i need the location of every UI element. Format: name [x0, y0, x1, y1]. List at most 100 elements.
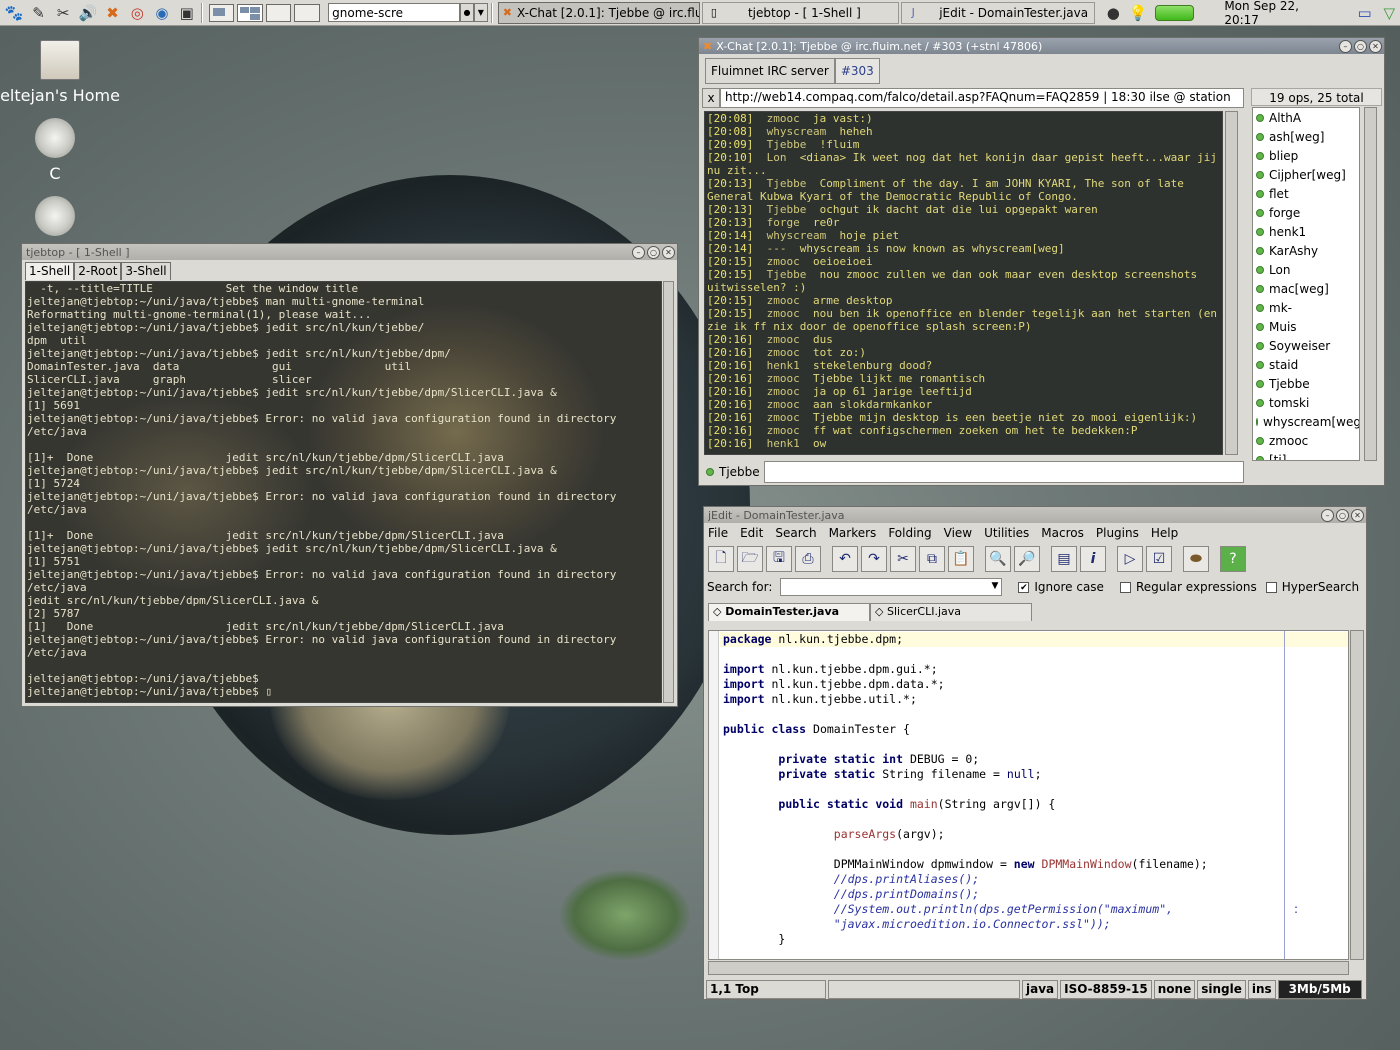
help-icon[interactable]: ? [1220, 546, 1246, 572]
wrench-icon[interactable]: ✂ [52, 2, 74, 24]
terminal-output[interactable]: -t, --title=TITLE Set the window title je… [25, 281, 662, 703]
user-list-item[interactable]: ash[weg] [1253, 127, 1359, 146]
user-list-item[interactable]: AlthA [1253, 108, 1359, 127]
menu-edit[interactable]: Edit [740, 526, 763, 540]
menu-icon[interactable]: ▽ [1378, 2, 1400, 24]
checklist-icon[interactable]: ☑ [1146, 546, 1172, 572]
close-icon[interactable]: ✕ [1351, 508, 1364, 522]
stone-icon[interactable]: ● [1103, 2, 1125, 24]
xchat-titlebar[interactable]: ✖ X-Chat [2.0.1]: Tjebbe @ irc.fluim.net… [699, 38, 1384, 54]
regex-checkbox[interactable] [1119, 581, 1131, 593]
editor-horizontal-scrollbar[interactable] [708, 961, 1349, 975]
tab-1-shell[interactable]: 1-Shell [25, 262, 75, 280]
user-list-item[interactable]: zmooc [1253, 431, 1359, 450]
message-nick[interactable]: Tjebbe [767, 138, 807, 151]
open-folder-icon[interactable]: 🗁 [737, 546, 763, 572]
task-terminal[interactable]: ▯ tjebtop - [ 1-Shell ] [701, 1, 900, 24]
redo-icon[interactable]: ↷ [861, 546, 887, 572]
terminal-scrollbar[interactable] [663, 281, 674, 703]
find-next-icon[interactable]: 🔎 [1014, 546, 1040, 572]
workspace-4[interactable] [294, 3, 321, 22]
search-input[interactable] [780, 578, 1003, 596]
hypersearch-checkbox[interactable] [1265, 581, 1277, 593]
message-nick[interactable]: zmooc [767, 411, 800, 424]
tab-server[interactable]: Fluimnet IRC server [705, 58, 835, 84]
volume-icon[interactable]: 🔊 [77, 2, 99, 24]
message-nick[interactable]: Tjebbe [767, 177, 807, 190]
message-nick[interactable]: zmooc [767, 398, 800, 411]
desktop-icon-home[interactable]: eltejan's Home [0, 40, 120, 105]
info-icon[interactable]: i [1080, 546, 1106, 572]
code-editor[interactable]: package nl.kun.tjebbe.dpm; import nl.kun… [708, 630, 1349, 960]
message-nick[interactable]: henk1 [767, 359, 800, 372]
message-nick[interactable]: zmooc [767, 346, 800, 359]
message-nick[interactable]: zmooc [767, 424, 800, 437]
user-list-item[interactable]: whyscream[weg] [1253, 412, 1359, 431]
chat-log[interactable]: [20:08] zmooc ja vast:) [20:08] whyscream… [704, 111, 1223, 455]
copy-icon[interactable]: ⧉ [919, 546, 945, 572]
workspace-2[interactable] [237, 3, 263, 22]
terminal-titlebar[interactable]: tjebtop - [ 1-Shell ] – ○ ✕ [22, 244, 677, 260]
message-nick[interactable]: zmooc [767, 333, 800, 346]
message-nick[interactable]: whyscream [767, 125, 827, 138]
minimize-icon[interactable]: – [1339, 39, 1352, 53]
chat-input[interactable] [763, 461, 1244, 483]
edit-mode[interactable]: java [1022, 980, 1059, 999]
user-list-item[interactable]: flet [1253, 184, 1359, 203]
menu-folding[interactable]: Folding [888, 526, 931, 540]
command-history-button[interactable]: ● [460, 3, 474, 22]
user-list-scrollbar[interactable] [1364, 107, 1377, 461]
lightbulb-icon[interactable]: 💡 [1127, 2, 1149, 24]
topic-field[interactable]: http://web14.compaq.com/falco/detail.asp… [720, 88, 1244, 108]
message-nick[interactable]: zmooc [767, 307, 800, 320]
print-icon[interactable]: ⎙ [795, 546, 821, 572]
menu-file[interactable]: File [708, 526, 728, 540]
user-list-item[interactable]: tomski [1253, 393, 1359, 412]
message-nick[interactable]: zmooc [767, 385, 800, 398]
new-file-icon[interactable]: 🗋 [708, 546, 734, 572]
find-icon[interactable]: 🔍 [985, 546, 1011, 572]
message-nick[interactable]: Tjebbe [767, 268, 807, 281]
menu-view[interactable]: View [944, 526, 972, 540]
topic-close-button[interactable]: x [702, 88, 720, 108]
user-list-item[interactable]: Cijpher[weg] [1253, 165, 1359, 184]
tab-channel[interactable]: #303 [834, 58, 880, 84]
ignore-case-checkbox[interactable]: ✔ [1018, 581, 1030, 593]
paste-icon[interactable]: 📋 [948, 546, 974, 572]
menu-help[interactable]: Help [1151, 526, 1178, 540]
insert-mode[interactable]: ins [1247, 980, 1276, 999]
user-list-item[interactable]: staid [1253, 355, 1359, 374]
maximize-icon[interactable]: ○ [1336, 508, 1349, 522]
save-icon[interactable]: 🖫 [766, 546, 792, 572]
message-nick[interactable]: Tjebbe [767, 203, 807, 216]
maximize-icon[interactable]: ○ [1354, 39, 1367, 53]
minimize-icon[interactable]: – [632, 245, 645, 259]
nick-button[interactable]: Tjebbe [702, 465, 764, 479]
tools-icon[interactable]: ✎ [28, 2, 50, 24]
message-nick[interactable]: zmooc [767, 372, 800, 385]
desktop-icon-drive[interactable] [15, 196, 95, 242]
gnome-foot-icon[interactable]: 🐾 [3, 2, 25, 24]
menu-search[interactable]: Search [775, 526, 816, 540]
tab-2-root[interactable]: 2-Root [74, 262, 122, 280]
close-icon[interactable]: ✕ [1369, 39, 1382, 53]
x-chat-launcher-icon[interactable]: ✖ [102, 2, 124, 24]
message-nick[interactable]: zmooc [767, 255, 800, 268]
user-list-item[interactable]: [ti] [1253, 450, 1359, 460]
user-list-item[interactable]: mk- [1253, 298, 1359, 317]
folding-mode[interactable]: none [1153, 980, 1196, 999]
user-list-item[interactable]: bliep [1253, 146, 1359, 165]
clock[interactable]: Mon Sep 22, 20:17 [1224, 0, 1335, 27]
workspace-1[interactable] [208, 3, 235, 22]
minimize-icon[interactable]: – [1321, 508, 1334, 522]
chat-scrollbar[interactable] [1225, 111, 1238, 455]
message-nick[interactable]: zmooc [767, 294, 800, 307]
message-nick[interactable]: whyscream [767, 229, 827, 242]
plugin-icon[interactable]: ⬬ [1183, 546, 1209, 572]
menu-plugins[interactable]: Plugins [1096, 526, 1139, 540]
user-list-item[interactable]: forge [1253, 203, 1359, 222]
user-list[interactable]: AlthA ash[weg] bliep Cijpher[weg] flet forge h… [1252, 107, 1360, 461]
menu-utilities[interactable]: Utilities [984, 526, 1029, 540]
editor-vertical-scrollbar[interactable] [1350, 630, 1364, 960]
menu-macros[interactable]: Macros [1041, 526, 1084, 540]
